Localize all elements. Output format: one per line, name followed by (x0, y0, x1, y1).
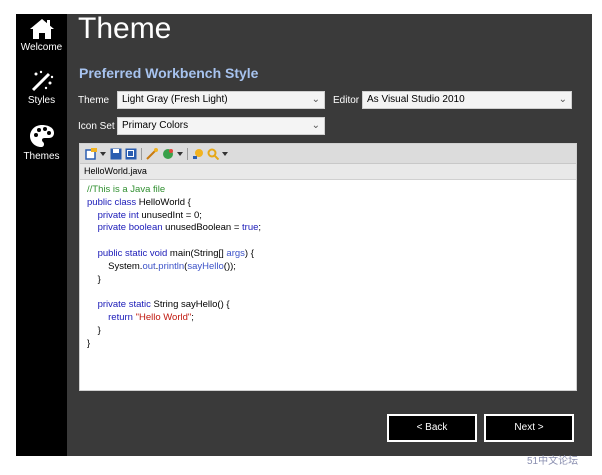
theme-select-value: Light Gray (Fresh Light) (122, 94, 228, 105)
code-keyword: true (242, 222, 259, 234)
icon-set-select-value: Primary Colors (122, 120, 189, 131)
code-parameter: args (226, 247, 245, 259)
preview-toolbar (80, 144, 576, 164)
nav-label-styles: Styles (27, 95, 56, 106)
brush-icon[interactable] (192, 148, 204, 160)
code-area[interactable]: //This is a Java file public class Hello… (87, 184, 261, 350)
next-button[interactable]: Next > (484, 414, 574, 442)
theme-select[interactable]: Light Gray (Fresh Light) ⌄ (117, 91, 325, 109)
dropdown-arrow-icon[interactable] (222, 152, 228, 156)
code-text: ; (191, 311, 194, 323)
watermark-text: 51中文论坛 (527, 456, 579, 467)
nav-item-welcome[interactable]: Welcome (16, 18, 67, 53)
tab-helloworld-java[interactable]: HelloWorld.java (84, 166, 147, 176)
dropdown-arrow-icon[interactable] (177, 152, 183, 156)
dropdown-arrow-icon[interactable] (100, 152, 106, 156)
code-text: } (97, 273, 101, 285)
editor-select[interactable]: As Visual Studio 2010 ⌄ (362, 91, 572, 109)
code-method: sayHello (187, 260, 224, 272)
nav-label-welcome: Welcome (20, 42, 63, 53)
code-keyword: return (108, 311, 133, 323)
code-text: System. (108, 260, 143, 272)
wizard-window: Welcome Styles Themes Theme Preferred Wo… (16, 12, 592, 456)
palette-icon (29, 125, 54, 147)
editor-select-value: As Visual Studio 2010 (367, 94, 465, 105)
toolbar-separator (141, 148, 142, 160)
code-keyword: private int (97, 209, 139, 221)
nav-item-themes[interactable]: Themes (16, 123, 67, 162)
code-text: unusedInt = 0; (138, 209, 202, 221)
page-title: Theme (78, 12, 172, 45)
main-panel: Theme Preferred Workbench Style Theme Li… (67, 12, 592, 456)
nav-item-styles[interactable]: Styles (16, 69, 67, 106)
code-preview: HelloWorld.java //This is a Java file pu… (79, 143, 577, 391)
icon-set-label: Icon Set (78, 121, 115, 132)
code-field: out (142, 260, 156, 272)
wand-tool-icon[interactable] (146, 148, 158, 160)
code-string: "Hello World" (135, 311, 192, 323)
toolbar-separator (187, 148, 188, 160)
nav-label-themes: Themes (23, 151, 60, 162)
code-text: ()); (223, 260, 236, 272)
code-text: String sayHello() { (150, 299, 230, 311)
code-keyword: private boolean (97, 222, 163, 234)
code-comment: //This is a Java file (87, 184, 166, 195)
new-file-icon[interactable] (85, 148, 97, 160)
editor-label: Editor (333, 95, 360, 106)
code-text: HelloWorld { (136, 196, 191, 208)
code-keyword: public class (87, 196, 137, 208)
code-text: ) { (244, 247, 254, 259)
search-icon[interactable] (207, 148, 219, 160)
home-icon (29, 19, 54, 39)
chevron-down-icon: ⌄ (558, 94, 567, 105)
editor-tabs: HelloWorld.java (80, 164, 576, 180)
theme-label: Theme (78, 95, 110, 106)
code-keyword: public static void (97, 247, 168, 259)
code-text: unusedBoolean = (162, 222, 243, 234)
magic-wand-icon (31, 70, 53, 92)
code-text: main(String[] (167, 247, 227, 259)
code-text: } (97, 324, 101, 336)
code-text: } (87, 337, 91, 349)
page-subtitle: Preferred Workbench Style (79, 65, 259, 81)
chevron-down-icon: ⌄ (311, 120, 320, 131)
run-icon[interactable] (162, 148, 174, 160)
code-text: ; (258, 222, 262, 234)
code-keyword: private static (97, 299, 151, 311)
code-method: println (158, 260, 185, 272)
icon-set-select[interactable]: Primary Colors ⌄ (117, 117, 325, 135)
chevron-down-icon: ⌄ (311, 94, 320, 105)
save-all-icon[interactable] (125, 148, 137, 160)
left-navigation: Welcome Styles Themes (16, 14, 67, 456)
back-button[interactable]: < Back (387, 414, 477, 442)
save-icon[interactable] (110, 148, 122, 160)
